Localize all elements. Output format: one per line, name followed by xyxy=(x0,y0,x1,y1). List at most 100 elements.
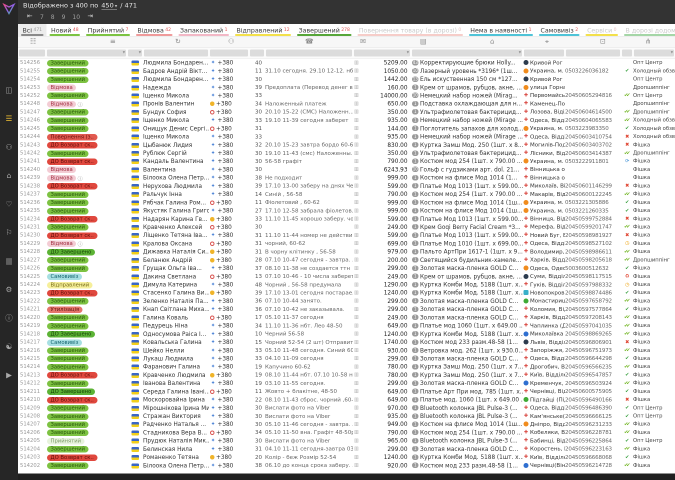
tracking-number[interactable]: 20450598986611 xyxy=(565,248,621,255)
table-row[interactable]: 514242ЗавершенийРублюк Сергій✦+3803019.1… xyxy=(18,149,675,157)
tracking-number[interactable]: 5003600512632 xyxy=(565,265,621,272)
tab-0[interactable]: Всі471 xyxy=(18,24,47,36)
table-row[interactable]: 514229ВідмоваⓘКралова Оксана+38031чорний… xyxy=(18,239,675,247)
filter-tracking[interactable] xyxy=(566,50,620,57)
filter-product[interactable]: ▾ xyxy=(412,50,522,57)
table-row[interactable]: 514237ЗавершенийРальчук Інна✦+38014Синій… xyxy=(18,190,675,198)
sidebar-video-icon[interactable]: ▶ xyxy=(0,365,18,385)
customer-column-icon[interactable]: ⚇ xyxy=(228,38,234,46)
sidebar-warehouse-icon[interactable]: ⌂ xyxy=(0,166,18,186)
tracking-number[interactable]: 20450599201747 xyxy=(565,224,621,231)
table-row[interactable]: 514220ЗавершенийГалина Коваль+3801705.10… xyxy=(18,313,675,321)
filter-comment[interactable] xyxy=(266,50,352,57)
table-row[interactable]: 514244Повернення (з..Іщенко Микола✦+3803… xyxy=(18,132,675,140)
tracking-number[interactable]: 20450596566235 xyxy=(565,363,621,370)
table-row[interactable]: 514235ЗавершенийЯкустяк Галина Григо...✦… xyxy=(18,206,675,214)
table-row[interactable]: 514236ЗавершенийРябчак Галина Ром...+380… xyxy=(18,198,675,206)
sidebar-customers-icon[interactable]: ⚇ xyxy=(0,137,18,157)
table-row[interactable]: 514239ВідмоваⓘБілоока Олена Петр...✦+380… xyxy=(18,174,675,182)
table-row[interactable]: 514226ЗавершенийГрущак Ольга Іва...✦+380… xyxy=(18,264,675,272)
table-row[interactable]: 514241ДО Возврат ск..Кандаль Валентина✦+… xyxy=(18,157,675,165)
tab-5[interactable]: Відправлений12 xyxy=(232,24,294,36)
filter-phone[interactable] xyxy=(210,50,248,57)
table-row[interactable]: 514222ЗавершенийЗеленко Наталія Па...✦+3… xyxy=(18,297,675,305)
filter-source[interactable]: ▾ xyxy=(634,50,674,57)
tab-8[interactable]: Нема в наявності1 xyxy=(466,24,536,36)
sidebar-statistics-icon[interactable]: ▥ xyxy=(0,251,18,271)
last-page-icon[interactable]: ⇥ xyxy=(88,13,93,21)
tracking-number[interactable]: 20450598874486 xyxy=(565,289,621,296)
tracking-number[interactable]: 20450598981927 xyxy=(565,232,621,239)
tracking-number[interactable]: 20450596490166 xyxy=(565,396,621,403)
tracking-number[interactable]: 20450596503924 xyxy=(565,380,621,387)
table-row[interactable]: 514221УтилізаціяКнап Світлана Миха...✦+3… xyxy=(18,305,675,313)
tracking-number[interactable]: 20450597658792 xyxy=(565,298,621,305)
tracking-number[interactable]: 20450598117515 xyxy=(565,273,621,280)
tracking-number[interactable]: 20450596806901 xyxy=(565,339,621,346)
tracking-number[interactable]: 0503226036182 xyxy=(565,68,621,75)
tracking-number[interactable]: 20450604614500 xyxy=(565,109,621,116)
sidebar-marketing-icon[interactable]: ⚐ xyxy=(0,223,18,243)
tab-7[interactable]: Повернення товару (в дорозі)0 xyxy=(354,24,465,36)
tracking-number[interactable]: 20450600122245 xyxy=(565,191,621,198)
sidebar-orders-list-icon[interactable]: ☰ xyxy=(0,109,18,129)
tracking-number[interactable]: 20450598869265 xyxy=(565,331,621,338)
table-row[interactable]: 514240ВідмоваВалентина✦+38030▥6243.9310Г… xyxy=(18,165,675,173)
tracking-number[interactable]: 20450596666125 xyxy=(565,413,621,420)
filter-city[interactable] xyxy=(524,50,564,57)
table-row[interactable]: 514210ДО Возврат ск..Москоровайна Ірина✦… xyxy=(18,395,675,403)
table-row[interactable]: 514254ЗавершенийЛюдмила Бондарен...✦+380… xyxy=(18,75,675,83)
table-row[interactable]: 514203ДО Возврат ск..Романенко Тетяна+38… xyxy=(18,453,675,461)
tracking-number[interactable]: 20450596225864 xyxy=(565,437,621,444)
tracking-number[interactable]: 20450599752884 xyxy=(565,216,621,223)
table-row[interactable]: 514225СамовивізДакина Светлана+3801307.1… xyxy=(18,272,675,280)
table-row[interactable]: 514247ЗавершенийБундук София+3803020.10 … xyxy=(18,108,675,116)
tab-6[interactable]: Завершений278 xyxy=(294,24,354,36)
filter-status[interactable]: ▾ xyxy=(47,50,126,57)
table-row[interactable]: 514208ЗавершенийСтражан Виктория✦+38030В… xyxy=(18,412,675,420)
route-column-icon[interactable]: ⋔ xyxy=(645,38,651,46)
tracking-number[interactable]: 20450596751973 xyxy=(565,347,621,354)
tracking-number[interactable]: 0503223983350 xyxy=(565,125,621,132)
tracking-number[interactable]: 20450605294816 xyxy=(565,92,621,99)
table-row[interactable]: 514248ВідмоваⓘПронів Валентин+38034Налож… xyxy=(18,100,675,108)
tab-11[interactable]: В дорозі додому0 xyxy=(621,24,675,36)
table-row[interactable]: 514213ДО Возврат ск..Кравченко Людмила+3… xyxy=(18,371,675,379)
tracking-number[interactable]: 0503222911801 xyxy=(565,158,621,165)
page-number-7[interactable]: 7 xyxy=(40,14,44,21)
tracking-number[interactable]: 20450596668068 xyxy=(565,454,621,461)
first-page-icon[interactable]: ⇤ xyxy=(27,13,32,21)
table-row[interactable]: 514217СамовивізКовальська Галина✦+38015Ч… xyxy=(18,338,675,346)
refresh-column-icon[interactable]: ↻ xyxy=(175,38,181,46)
table-row[interactable]: 514255ЗавершенийБадров Андрій Вікт...✦+3… xyxy=(18,67,675,75)
filter-check[interactable] xyxy=(622,50,632,57)
tracking-number[interactable]: 20450597041035 xyxy=(565,322,621,329)
filter-price[interactable]: ▾ xyxy=(354,50,410,57)
tracking-column-icon[interactable]: ⊡ xyxy=(600,38,606,46)
table-row[interactable]: 514202ЗавершенийБілоока Олена Петр...✦+3… xyxy=(18,461,675,469)
table-row[interactable]: 514238ДО Возврат ск..Нерухова Людмила✦+3… xyxy=(18,182,675,190)
table-row[interactable]: 514218ДО ЗавершеноОдносумова Раіса І...✦… xyxy=(18,330,675,338)
table-row[interactable]: 514228ДО ЗавершеноДижавка Наталія Си...+… xyxy=(18,248,675,256)
tracking-number[interactable]: 20450597208143 xyxy=(565,314,621,321)
table-row[interactable]: 514245ЗавершенийОнищук Денис Сергі...+38… xyxy=(18,124,675,132)
tracking-number[interactable]: 20450596547857 xyxy=(565,372,621,379)
tracking-number[interactable]: 20450603410754 xyxy=(565,133,621,140)
tracking-number[interactable]: 20450596486390 xyxy=(565,405,621,412)
page-number-9[interactable]: 9 xyxy=(62,14,66,21)
table-row[interactable]: 514246ЗавершенийІщенко Микола✦+3803319.1… xyxy=(18,116,675,124)
table-row[interactable]: 514223ДО Возврат ск..Стасенко Галина Ви.… xyxy=(18,289,675,297)
table-row[interactable]: 514256ЗавершенийЛюдмила Бондарен...✦+380… xyxy=(18,59,675,67)
table-row[interactable]: 514253ВідмоваНадежда✦+38039Предоплата (П… xyxy=(18,83,675,91)
sidebar-settings-icon[interactable]: ⚙ xyxy=(0,280,18,300)
page-number-8[interactable]: 8 xyxy=(51,14,55,21)
product-column-icon[interactable]: ⌂ xyxy=(490,38,494,46)
tracking-number[interactable]: 20450604065583 xyxy=(565,117,621,124)
payment-column-icon[interactable]: ▤ xyxy=(420,38,427,46)
tab-1[interactable]: Новий48 xyxy=(47,24,84,36)
substatus-column-icon[interactable]: ≡ xyxy=(110,38,116,46)
tracking-number[interactable]: 20450603414387 xyxy=(565,150,621,157)
comment-column-icon[interactable]: ✉ xyxy=(360,38,366,46)
table-row[interactable]: 514211ДО ЗавершеноСереда Галина Івані...… xyxy=(18,387,675,395)
tracking-number[interactable]: 0503221305886 xyxy=(565,199,621,206)
